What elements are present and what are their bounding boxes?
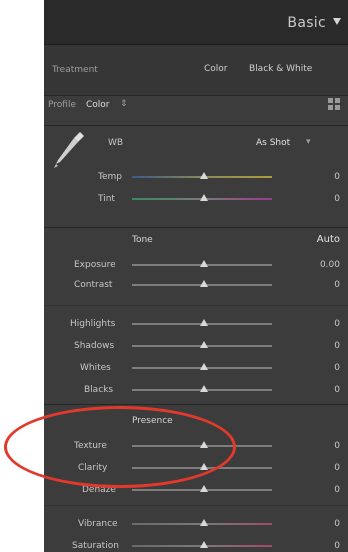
- slider-value-vibrance[interactable]: 0: [334, 519, 340, 529]
- wb-label: WB: [108, 138, 124, 148]
- slider-thumb-temp[interactable]: [200, 172, 208, 179]
- slider-thumb-whites[interactable]: [200, 363, 208, 370]
- slider-thumb-vibrance[interactable]: [200, 519, 208, 526]
- slider-row-whites: Whites 0: [44, 357, 348, 375]
- slider-label-highlights: Highlights: [70, 319, 116, 329]
- slider-value-blacks[interactable]: 0: [334, 385, 340, 395]
- slider-row-temp: Temp 0: [44, 166, 348, 184]
- slider-row-vibrance: Vibrance 0: [44, 513, 348, 531]
- wb-row: WB As Shot ▾: [44, 126, 348, 168]
- treatment-row: Treatment Color Black & White: [44, 45, 348, 95]
- slider-thumb-blacks[interactable]: [200, 385, 208, 392]
- tone-header-row: Tone Auto: [44, 228, 348, 252]
- slider-value-saturation[interactable]: 0: [334, 541, 340, 551]
- slider-value-whites[interactable]: 0: [334, 363, 340, 373]
- slider-row-shadows: Shadows 0: [44, 335, 348, 353]
- slider-row-contrast: Contrast 0: [44, 274, 348, 292]
- slider-value-shadows[interactable]: 0: [334, 341, 340, 351]
- divider: [44, 505, 348, 506]
- panel-title: Basic: [287, 15, 326, 31]
- slider-label-shadows: Shadows: [74, 341, 115, 351]
- divider: [44, 305, 348, 306]
- slider-label-vibrance: Vibrance: [78, 519, 118, 529]
- slider-thumb-contrast[interactable]: [200, 280, 208, 287]
- profile-row: Profile Color ⇕: [44, 96, 348, 126]
- slider-thumb-tint[interactable]: [200, 194, 208, 201]
- panel-header[interactable]: Basic: [44, 0, 348, 45]
- profile-browser-grid-icon[interactable]: [328, 98, 340, 110]
- slider-label-saturation: Saturation: [72, 541, 119, 551]
- slider-value-dehaze[interactable]: 0: [334, 485, 340, 495]
- treatment-color-button[interactable]: Color: [204, 64, 228, 74]
- tone-header: Tone: [132, 235, 153, 245]
- slider-label-contrast: Contrast: [74, 280, 113, 290]
- slider-thumb-saturation[interactable]: [200, 541, 208, 548]
- slider-thumb-dehaze[interactable]: [200, 485, 208, 492]
- profile-dropdown-arrow-icon[interactable]: ⇕: [120, 99, 128, 109]
- annotation-ellipse: [4, 406, 236, 488]
- slider-row-saturation: Saturation 0: [44, 535, 348, 552]
- slider-label-blacks: Blacks: [84, 385, 114, 395]
- slider-value-temp[interactable]: 0: [334, 172, 340, 182]
- auto-button[interactable]: Auto: [317, 234, 340, 245]
- slider-value-exposure[interactable]: 0.00: [320, 260, 340, 270]
- slider-value-clarity[interactable]: 0: [334, 463, 340, 473]
- profile-value-dropdown[interactable]: Color: [86, 100, 110, 110]
- slider-label-temp: Temp: [98, 172, 122, 182]
- slider-value-highlights[interactable]: 0: [334, 319, 340, 329]
- wb-dropdown-arrow-icon[interactable]: ▾: [306, 137, 311, 147]
- slider-label-exposure: Exposure: [74, 260, 116, 270]
- slider-row-highlights: Highlights 0: [44, 313, 348, 331]
- divider: [44, 404, 348, 405]
- slider-value-texture[interactable]: 0: [334, 441, 340, 451]
- slider-row-tint: Tint 0: [44, 188, 348, 206]
- slider-value-tint[interactable]: 0: [334, 194, 340, 204]
- slider-row-exposure: Exposure 0.00: [44, 252, 348, 270]
- wb-value-dropdown[interactable]: As Shot: [256, 138, 290, 148]
- collapse-triangle-icon[interactable]: [333, 18, 341, 25]
- treatment-bw-button[interactable]: Black & White: [249, 64, 312, 74]
- treatment-label: Treatment: [52, 65, 98, 75]
- slider-value-contrast[interactable]: 0: [334, 280, 340, 290]
- slider-thumb-exposure[interactable]: [200, 260, 208, 267]
- slider-thumb-highlights[interactable]: [200, 319, 208, 326]
- slider-row-blacks: Blacks 0: [44, 379, 348, 397]
- slider-thumb-shadows[interactable]: [200, 341, 208, 348]
- slider-label-whites: Whites: [80, 363, 111, 373]
- profile-label: Profile: [48, 100, 76, 110]
- slider-label-tint: Tint: [98, 194, 115, 204]
